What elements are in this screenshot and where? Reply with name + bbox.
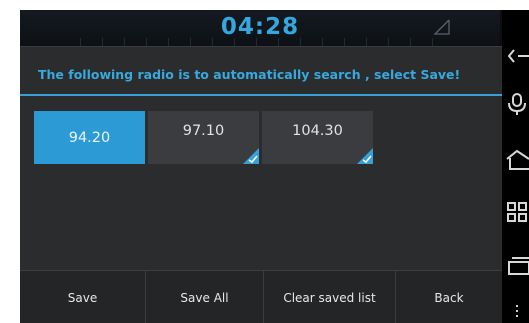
clear-saved-list-button[interactable]: Clear saved list <box>264 271 396 323</box>
station-frequency: 97.10 <box>182 123 225 139</box>
radio-search-dialog: The following radio is to automatically … <box>20 46 502 323</box>
head-unit-screen: 04:28 The following radio is to automati… <box>20 10 529 323</box>
save-button[interactable]: Save <box>20 271 146 323</box>
station-button-2[interactable]: 97.10 <box>148 111 259 164</box>
recent-apps-icon[interactable] <box>505 200 529 224</box>
signal-icon <box>433 19 450 35</box>
clock: 04:28 <box>220 14 300 40</box>
home-icon[interactable] <box>505 148 529 172</box>
station-frequency: 94.20 <box>68 129 111 146</box>
saved-check-icon <box>357 148 373 164</box>
action-bar: Save Save All Clear saved list Back <box>20 270 502 323</box>
station-button-1[interactable]: 94.20 <box>34 111 145 164</box>
station-button-3[interactable]: 104.30 <box>262 111 373 164</box>
save-all-button[interactable]: Save All <box>146 271 264 323</box>
station-frequency: 104.30 <box>292 123 343 139</box>
saved-check-icon <box>243 148 259 164</box>
title-divider <box>20 94 502 96</box>
system-nav-bar <box>502 10 529 323</box>
more-dots-icon[interactable] <box>516 305 518 317</box>
back-button[interactable]: Back <box>396 271 502 323</box>
menu-icon[interactable] <box>505 254 529 278</box>
dialog-title: The following radio is to automatically … <box>38 67 461 82</box>
microphone-icon[interactable] <box>505 92 529 116</box>
status-bar: 04:28 <box>20 10 500 46</box>
back-icon[interactable] <box>505 44 529 68</box>
